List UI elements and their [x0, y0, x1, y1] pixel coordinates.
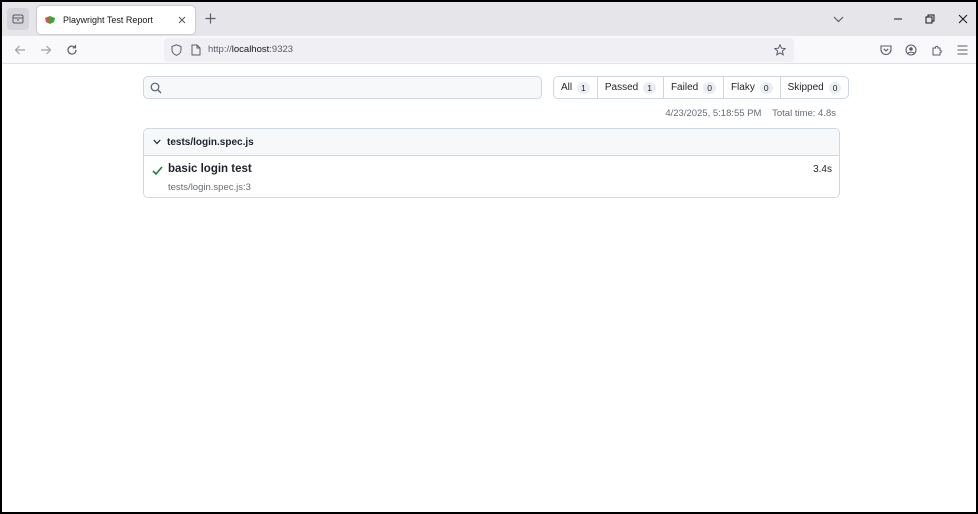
- search-input[interactable]: [168, 80, 533, 96]
- filter-label: Skipped: [787, 82, 824, 93]
- filter-label: Passed: [604, 82, 639, 93]
- filter-all[interactable]: All 1: [554, 77, 598, 98]
- url-bar[interactable]: http://localhost:9323: [164, 38, 794, 62]
- total-time: Total time: 4.8s: [772, 108, 836, 119]
- report-timestamp: 4/23/2025, 5:18:55 PM: [665, 108, 762, 119]
- plus-icon: [205, 13, 215, 23]
- tab-list-button[interactable]: [7, 8, 29, 30]
- filter-count: 0: [828, 81, 842, 94]
- menu-button[interactable]: [954, 42, 970, 58]
- playwright-favicon-icon: [45, 16, 55, 24]
- minimize-icon: [894, 18, 902, 20]
- chevron-down-icon: [833, 16, 843, 22]
- url-host: localhost: [231, 44, 270, 55]
- bookmark-star-icon[interactable]: [773, 43, 787, 57]
- filter-failed[interactable]: Failed 0: [664, 77, 724, 98]
- tab-close-button[interactable]: [175, 13, 189, 27]
- hamburger-menu-icon: [957, 45, 967, 55]
- tab-title: Playwright Test Report: [63, 15, 153, 25]
- test-file-section: tests/login.spec.js basic login test tes…: [143, 128, 840, 198]
- reload-button[interactable]: [64, 42, 80, 58]
- test-file-header[interactable]: tests/login.spec.js: [144, 129, 839, 156]
- forward-arrow-icon: [41, 45, 52, 55]
- extensions-button[interactable]: [929, 42, 945, 58]
- filter-label: All: [561, 82, 573, 93]
- pocket-icon: [880, 45, 892, 55]
- new-tab-button[interactable]: [202, 10, 218, 26]
- tab-strip: Playwright Test Report: [2, 2, 976, 36]
- url-port: :9323: [269, 44, 294, 55]
- puzzle-icon: [932, 45, 942, 56]
- filter-count: 0: [703, 81, 716, 94]
- back-arrow-icon: [14, 45, 25, 55]
- restore-icon: [925, 14, 935, 24]
- page-info-icon[interactable]: [189, 43, 203, 57]
- url-text: http://localhost:9323: [208, 44, 293, 55]
- filter-passed[interactable]: Passed 1: [598, 77, 664, 98]
- url-scheme: http://: [208, 44, 232, 55]
- filter-count: 1: [643, 81, 656, 94]
- close-window-button[interactable]: [955, 11, 971, 27]
- list-all-tabs-button[interactable]: [830, 11, 846, 27]
- test-duration: 3.4s: [813, 164, 832, 175]
- reload-icon: [67, 45, 77, 55]
- forward-button[interactable]: [38, 42, 54, 58]
- status-filter-bar: All 1 Passed 1 Failed 0 Flaky 0 Skipped …: [553, 76, 850, 99]
- filter-label: Flaky: [730, 82, 755, 93]
- test-row[interactable]: basic login test tests/login.spec.js:3 3…: [144, 156, 839, 197]
- account-icon: [905, 44, 917, 56]
- minimize-button[interactable]: [890, 11, 906, 27]
- account-button[interactable]: [903, 42, 919, 58]
- close-icon: [178, 16, 186, 24]
- pocket-button[interactable]: [878, 42, 894, 58]
- filter-skipped[interactable]: Skipped 0: [781, 77, 849, 98]
- filter-count: 1: [577, 81, 590, 94]
- restore-button[interactable]: [922, 11, 938, 27]
- test-location: tests/login.spec.js:3: [168, 182, 251, 193]
- back-button[interactable]: [12, 42, 28, 58]
- browser-window: Playwright Test Report http://localhost:…: [0, 0, 978, 514]
- filter-flaky[interactable]: Flaky 0: [724, 77, 781, 98]
- filter-label: Failed: [670, 82, 699, 93]
- test-file-name: tests/login.spec.js: [167, 136, 254, 148]
- search-box[interactable]: [143, 76, 542, 99]
- tab-playwright-report[interactable]: Playwright Test Report: [37, 6, 195, 34]
- passed-check-icon: [152, 166, 163, 176]
- test-name-link[interactable]: basic login test: [168, 163, 252, 175]
- chevron-down-icon: [152, 137, 162, 147]
- close-window-icon: [958, 14, 968, 24]
- shield-icon[interactable]: [169, 43, 183, 57]
- filter-count: 0: [759, 81, 773, 94]
- report-metadata: 4/23/2025, 5:18:55 PM Total time: 4.8s: [665, 108, 836, 119]
- tab-list-icon: [12, 14, 24, 24]
- search-icon: [150, 82, 162, 94]
- navigation-bar: http://localhost:9323: [2, 36, 976, 64]
